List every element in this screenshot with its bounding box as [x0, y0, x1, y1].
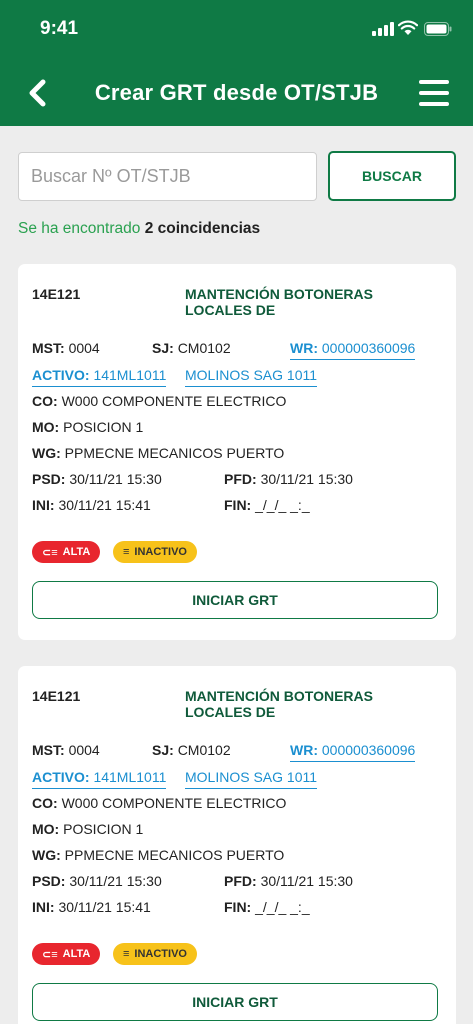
signal-icon	[372, 22, 394, 36]
activo-link[interactable]: ACTIVO: 141ML1011	[32, 769, 167, 789]
sj-field: SJ: CM0102	[152, 340, 231, 356]
priority-icon: ⊂≡	[42, 546, 58, 559]
status-time: 9:41	[40, 18, 79, 39]
hamburger-menu-icon[interactable]	[417, 78, 451, 108]
priority-badge: ⊂≡ ALTA	[32, 943, 101, 965]
page-title: Crear GRT desde OT/STJB	[94, 80, 379, 105]
psd-field: PSD: 30/11/21 15:30	[32, 873, 162, 889]
mo-field: MO: POSICION 1	[32, 419, 144, 435]
wg-field: WG: PPMECNE MECANICOS PUERTO	[32, 847, 285, 863]
result-count-text: 2 coincidencias	[144, 220, 261, 237]
fin-field: FIN: _/_/_ _:_	[224, 899, 310, 915]
ini-field: INI: 30/11/21 15:41	[32, 497, 151, 513]
sj-field: SJ: CM0102	[152, 742, 231, 758]
pfd-field: PFD: 30/11/21 15:30	[224, 471, 353, 487]
search-input[interactable]	[18, 152, 317, 201]
mst-field: MST: 0004	[32, 742, 100, 758]
priority-icon: ⊂≡	[42, 948, 58, 961]
status-badge: ≡ INACTIVO	[113, 541, 197, 563]
filter-icon: ≡	[123, 546, 130, 558]
co-field: CO: W000 COMPONENTE ELECTRICO	[32, 795, 287, 811]
psd-field: PSD: 30/11/21 15:30	[32, 471, 162, 487]
work-order-code: 14E121	[32, 688, 81, 704]
search-button[interactable]: BUSCAR	[328, 151, 456, 201]
wifi-icon	[398, 20, 418, 35]
battery-icon	[424, 22, 452, 36]
result-prefix: Se ha encontrado	[18, 220, 141, 237]
app-header: 9:41 Crear GRT desde OT/STJB	[0, 0, 473, 126]
activo-link[interactable]: ACTIVO: 141ML1011	[32, 367, 167, 387]
filter-icon: ≡	[123, 948, 130, 960]
location-link[interactable]: MOLINOS SAG 1011	[185, 367, 318, 387]
co-field: CO: W000 COMPONENTE ELECTRICO	[32, 393, 287, 409]
fin-field: FIN: _/_/_ _:_	[224, 497, 310, 513]
status-bar: 9:41	[0, 0, 473, 56]
wg-field: WG: PPMECNE MECANICOS PUERTO	[32, 445, 285, 461]
wr-link[interactable]: WR: 000000360096	[290, 340, 416, 360]
location-link[interactable]: MOLINOS SAG 1011	[185, 769, 318, 789]
start-grt-button[interactable]: INICIAR GRT	[32, 983, 438, 1021]
mst-field: MST: 0004	[32, 340, 100, 356]
work-order-title: MANTENCIÓN BOTONERAS LOCALES DE	[185, 286, 373, 318]
status-badge: ≡ INACTIVO	[113, 943, 197, 965]
work-order-code: 14E121	[32, 286, 81, 302]
wr-link[interactable]: WR: 000000360096	[290, 742, 416, 762]
result-count: Se ha encontrado 2 coincidencias	[18, 220, 260, 238]
start-grt-button[interactable]: INICIAR GRT	[32, 581, 438, 619]
mo-field: MO: POSICION 1	[32, 821, 144, 837]
work-order-card: 14E121 MANTENCIÓN BOTONERAS LOCALES DE M…	[18, 264, 456, 640]
pfd-field: PFD: 30/11/21 15:30	[224, 873, 353, 889]
work-order-card: 14E121 MANTENCIÓN BOTONERAS LOCALES DE M…	[18, 666, 456, 1024]
ini-field: INI: 30/11/21 15:41	[32, 899, 151, 915]
work-order-title: MANTENCIÓN BOTONERAS LOCALES DE	[185, 688, 373, 720]
priority-badge: ⊂≡ ALTA	[32, 541, 101, 563]
